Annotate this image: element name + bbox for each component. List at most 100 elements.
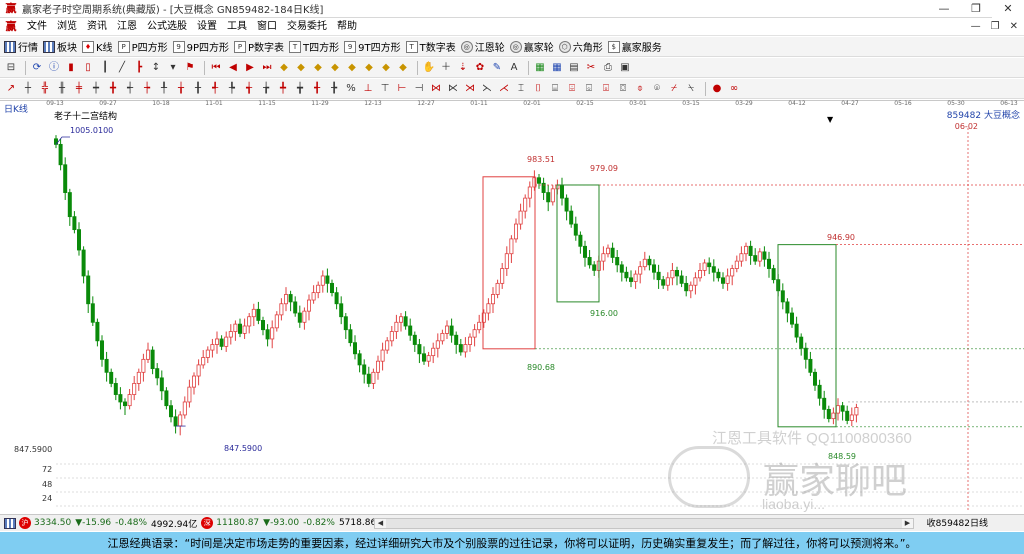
draw-tool-7-icon[interactable]: ╋ [106, 82, 120, 96]
pen-icon[interactable]: ✎ [490, 61, 504, 75]
next-icon[interactable]: ▶ [243, 61, 257, 75]
index-grid-icon[interactable] [4, 517, 16, 529]
first-page-icon[interactable]: ⏮ [209, 61, 223, 75]
menu-browse[interactable]: 浏览 [52, 18, 82, 36]
draw-tool-28-icon[interactable]: ⋋ [480, 82, 494, 96]
draw-tool-34-icon[interactable]: ⌺ [582, 82, 596, 96]
draw-tool-11-icon[interactable]: ╁ [174, 82, 188, 96]
shift-left-icon[interactable]: ◆ [311, 61, 325, 75]
draw-tool-2-icon[interactable]: ┼ [21, 82, 35, 96]
p-square-button[interactable]: P P四方形 [117, 39, 168, 54]
horizontal-scrollbar[interactable]: ◀ ▶ [374, 518, 914, 529]
9t-square-button[interactable]: 9 9T四方形 [344, 39, 401, 54]
draw-tool-35-icon[interactable]: ⌻ [599, 82, 613, 96]
menu-help[interactable]: 帮助 [332, 18, 362, 36]
color-icon[interactable]: ● [710, 82, 724, 96]
draw-tool-38-icon[interactable]: ⌾ [650, 82, 664, 96]
layout-icon[interactable]: ⊟ [4, 61, 18, 75]
grid-icon[interactable]: ▦ [550, 61, 564, 75]
menu-gann[interactable]: 江恩 [112, 18, 142, 36]
draw-tool-8-icon[interactable]: ┽ [123, 82, 137, 96]
draw-tool-3-icon[interactable]: ╬ [38, 82, 52, 96]
kline-chart-area[interactable]: 09-13 09-27 10-18 11-01 11-15 11-29 12-13 12-27… [0, 100, 1024, 512]
minimize-button[interactable]: — [928, 0, 960, 18]
refresh-icon[interactable]: ⟳ [30, 61, 44, 75]
gift-icon[interactable]: ✿ [473, 61, 487, 75]
draw-tool-32-icon[interactable]: ⌸ [548, 82, 562, 96]
draw-tool-37-icon[interactable]: ⌽ [633, 82, 647, 96]
winner-wheel-button[interactable]: ◎ 赢家轮 [509, 39, 554, 54]
shenzhen-index-icon[interactable]: 深 [201, 517, 214, 529]
child-close-button[interactable]: ✕ [1010, 18, 1018, 36]
text-icon[interactable]: A [507, 61, 521, 75]
close-button[interactable]: ✕ [992, 0, 1024, 18]
draw-tool-26-icon[interactable]: ⋉ [446, 82, 460, 96]
menu-info[interactable]: 资讯 [82, 18, 112, 36]
print-icon[interactable]: ⎙ [601, 61, 615, 75]
draw-tool-40-icon[interactable]: ⍀ [684, 82, 698, 96]
draw-tool-1-icon[interactable]: ↗ [4, 82, 18, 96]
t-number-table-button[interactable]: T T数字表 [405, 39, 456, 54]
draw-tool-29-icon[interactable]: ⋌ [497, 82, 511, 96]
draw-tool-18-icon[interactable]: ╈ [293, 82, 307, 96]
sector-button[interactable]: 板块 [43, 39, 77, 54]
draw-tool-5-icon[interactable]: ╪ [72, 82, 86, 96]
arrow-icon[interactable]: ↕ [149, 61, 163, 75]
tool-d-icon[interactable]: ◆ [396, 61, 410, 75]
draw-tool-9-icon[interactable]: ┾ [140, 82, 154, 96]
draw-tool-20-icon[interactable]: ╊ [327, 82, 341, 96]
zoom-out-icon[interactable]: ◆ [294, 61, 308, 75]
crosshair-icon[interactable]: ＋ [439, 61, 453, 75]
chart-dropdown-icon[interactable]: ▼ [827, 115, 833, 124]
draw-tool-15-icon[interactable]: ╅ [242, 82, 256, 96]
draw-tool-6-icon[interactable]: ┿ [89, 82, 103, 96]
draw-tool-22-icon[interactable]: ⊤ [378, 82, 392, 96]
zoom-in-icon[interactable]: ◆ [277, 61, 291, 75]
cut-icon[interactable]: ✂ [584, 61, 598, 75]
period-label[interactable]: 日K线 [4, 102, 28, 115]
last-page-icon[interactable]: ⏭ [260, 61, 274, 75]
shift-right-icon[interactable]: ◆ [328, 61, 342, 75]
tool-b-icon[interactable]: ◆ [362, 61, 376, 75]
hand-icon[interactable]: ✋ [422, 61, 436, 75]
gann-wheel-button[interactable]: ◎ 江恩轮 [460, 39, 505, 54]
draw-tool-36-icon[interactable]: ⌼ [616, 82, 630, 96]
candle-icon[interactable]: ▮ [64, 61, 78, 75]
menu-tools[interactable]: 工具 [222, 18, 252, 36]
hexagon-button[interactable]: ⬡ 六角形 [558, 39, 603, 54]
scroll-left-icon[interactable]: ◀ [375, 519, 386, 528]
draw-tool-31-icon[interactable]: ⌷ [531, 82, 545, 96]
line-icon[interactable]: ╱ [115, 61, 129, 75]
bar-red-icon[interactable]: ┣ [132, 61, 146, 75]
tool-a-icon[interactable]: ◆ [345, 61, 359, 75]
draw-tool-24-icon[interactable]: ⊣ [412, 82, 426, 96]
tv-icon[interactable]: ▣ [618, 61, 632, 75]
draw-tool-27-icon[interactable]: ⋊ [463, 82, 477, 96]
shanghai-index-icon[interactable]: 沪 [19, 517, 31, 529]
menu-file[interactable]: 文件 [22, 18, 52, 36]
draw-tool-30-icon[interactable]: ⌶ [514, 82, 528, 96]
arrow-down-icon[interactable]: ⇣ [456, 61, 470, 75]
draw-tool-21-icon[interactable]: ⊥ [361, 82, 375, 96]
child-restore-button[interactable]: ❐ [991, 18, 1000, 36]
draw-tool-23-icon[interactable]: ⊢ [395, 82, 409, 96]
calc-icon[interactable]: ▤ [567, 61, 581, 75]
draw-tool-12-icon[interactable]: ╂ [191, 82, 205, 96]
maximize-button[interactable]: ❐ [960, 0, 992, 18]
draw-tool-4-icon[interactable]: ╫ [55, 82, 69, 96]
quote-button[interactable]: 行情 [4, 39, 38, 54]
draw-tool-39-icon[interactable]: ⌿ [667, 82, 681, 96]
service-button[interactable]: $ 赢家服务 [607, 39, 662, 54]
kline-button[interactable]: ♦ K线 [82, 39, 113, 54]
draw-tool-19-icon[interactable]: ╉ [310, 82, 324, 96]
menu-trade[interactable]: 交易委托 [282, 18, 332, 36]
infinity-icon[interactable]: ∞ [727, 82, 741, 96]
candle-alt-icon[interactable]: ▯ [81, 61, 95, 75]
t-square-button[interactable]: T T四方形 [289, 39, 339, 54]
draw-tool-25-icon[interactable]: ⋈ [429, 82, 443, 96]
child-minimize-button[interactable]: — [971, 18, 981, 36]
draw-tool-16-icon[interactable]: ╆ [259, 82, 273, 96]
percent-icon[interactable]: % [344, 82, 358, 96]
draw-tool-33-icon[interactable]: ⌹ [565, 82, 579, 96]
draw-tool-14-icon[interactable]: ╄ [225, 82, 239, 96]
